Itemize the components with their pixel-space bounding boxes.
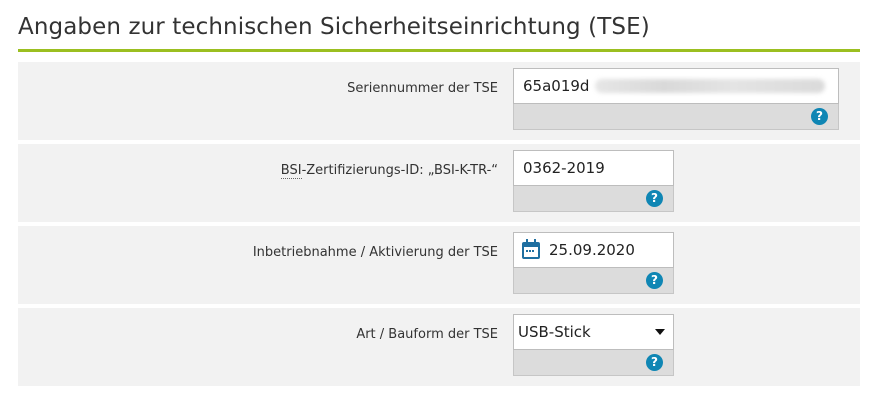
serial-label: Seriennummer der TSE: [347, 81, 498, 96]
serial-input[interactable]: 65a019d: [513, 68, 839, 104]
title-divider: [18, 49, 860, 52]
type-help-bar: ?: [513, 350, 674, 376]
type-select[interactable]: USB-Stick: [513, 314, 674, 350]
bsi-value: 0362-2019: [523, 159, 605, 177]
activation-value: 25.09.2020: [549, 241, 635, 259]
form-row-activation: Inbetriebnahme / Aktivierung der TSE 25.…: [18, 226, 860, 304]
bsi-abbr: BSI: [280, 163, 302, 179]
bsi-label: BSI-Zertifizierungs-ID: „BSI-K-TR-“: [280, 163, 498, 179]
type-value: USB-Stick: [518, 323, 591, 341]
activation-label: Inbetriebnahme / Aktivierung der TSE: [252, 245, 498, 260]
question-icon[interactable]: ?: [646, 354, 663, 371]
bsi-input[interactable]: 0362-2019: [513, 150, 674, 186]
activation-date-input[interactable]: 25.09.2020: [513, 232, 674, 268]
form-row-serial: Seriennummer der TSE 65a019d ?: [18, 62, 860, 140]
serial-help-bar: ?: [513, 104, 839, 130]
bsi-label-text: -Zertifizierungs-ID: „BSI-K-TR-“: [301, 163, 498, 178]
question-icon[interactable]: ?: [811, 108, 828, 125]
question-icon[interactable]: ?: [646, 190, 663, 207]
form-row-bsi: BSI-Zertifizierungs-ID: „BSI-K-TR-“ 0362…: [18, 144, 860, 222]
section-title: Angaben zur technischen Sicherheitseinri…: [18, 14, 650, 40]
activation-help-bar: ?: [513, 268, 674, 294]
serial-value: 65a019d: [523, 77, 590, 95]
type-label: Art / Bauform der TSE: [356, 327, 498, 342]
question-icon[interactable]: ?: [646, 272, 663, 289]
chevron-down-icon[interactable]: [655, 329, 665, 335]
form-row-type: Art / Bauform der TSE USB-Stick ?: [18, 308, 860, 386]
serial-redacted: [595, 79, 826, 93]
bsi-help-bar: ?: [513, 186, 674, 212]
calendar-icon[interactable]: [522, 238, 540, 259]
